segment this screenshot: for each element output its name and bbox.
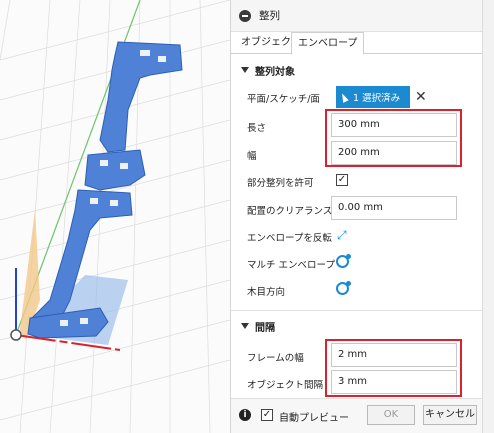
tab-envelope[interactable]: エンベロープ (291, 32, 365, 55)
ok-button[interactable]: OK (367, 405, 415, 425)
info-icon[interactable]: i (239, 409, 251, 421)
origin-point (10, 329, 22, 341)
highlight-box-dimensions (325, 109, 462, 167)
panel-titlebar: 整列 (231, 0, 482, 32)
section-target-title: 整列対象 (255, 66, 295, 78)
grain-direction-label: 木目方向 (247, 287, 286, 298)
viewport-canvas (0, 0, 231, 433)
select-plane-button[interactable]: 1 選択済み (336, 86, 410, 108)
select-button-label: 1 選択済み (353, 93, 401, 104)
multi-envelope-label: マルチ エンベロープ (247, 260, 335, 271)
clearance-label: 配置のクリアランス (247, 206, 333, 217)
width-label: 幅 (247, 151, 257, 162)
cancel-button[interactable]: キャンセル (423, 405, 477, 425)
minimize-icon[interactable] (239, 9, 251, 22)
collapse-triangle-icon (241, 323, 249, 329)
tab-bar: オブジェクト エンベロープ (231, 32, 483, 55)
multi-envelope-select-icon[interactable] (336, 254, 351, 268)
section-divider (231, 310, 483, 311)
collapse-triangle-icon (241, 67, 249, 73)
partial-align-label: 部分整列を許可 (247, 178, 314, 189)
section-spacing-title: 間隔 (255, 322, 275, 334)
highlight-box-spacing (325, 339, 462, 397)
flip-icon[interactable]: ⤢ (337, 228, 347, 243)
flip-envelope-label: エンベロープを反転 (247, 233, 332, 244)
auto-preview-checkbox[interactable]: ✓ (261, 409, 273, 421)
align-panel: 整列 オブジェクト エンベロープ 整列対象 平面/スケッチ/面 1 選択済み ✕… (230, 0, 483, 433)
section-target-header[interactable]: 整列対象 (231, 60, 483, 80)
length-label: 長さ (247, 123, 267, 134)
cursor-arrow-icon (339, 91, 349, 103)
auto-preview-label: 自動プレビュー (279, 413, 349, 424)
grain-direction-select-icon[interactable] (336, 281, 351, 295)
clearance-input[interactable]: 0.00 mm (331, 196, 457, 220)
panel-title: 整列 (259, 10, 280, 22)
panel-footer: i ✓ 自動プレビュー OK キャンセル (231, 398, 483, 433)
frame-width-label: フレームの幅 (247, 353, 304, 364)
partial-align-checkbox[interactable]: ✓ (336, 174, 348, 186)
panel-scrollbar[interactable] (482, 0, 494, 433)
section-spacing-header[interactable]: 間隔 (231, 316, 483, 336)
close-icon[interactable]: ✕ (415, 88, 427, 106)
object-spacing-label: オブジェクト間隔 (247, 380, 324, 391)
plane-label: 平面/スケッチ/面 (247, 94, 320, 105)
